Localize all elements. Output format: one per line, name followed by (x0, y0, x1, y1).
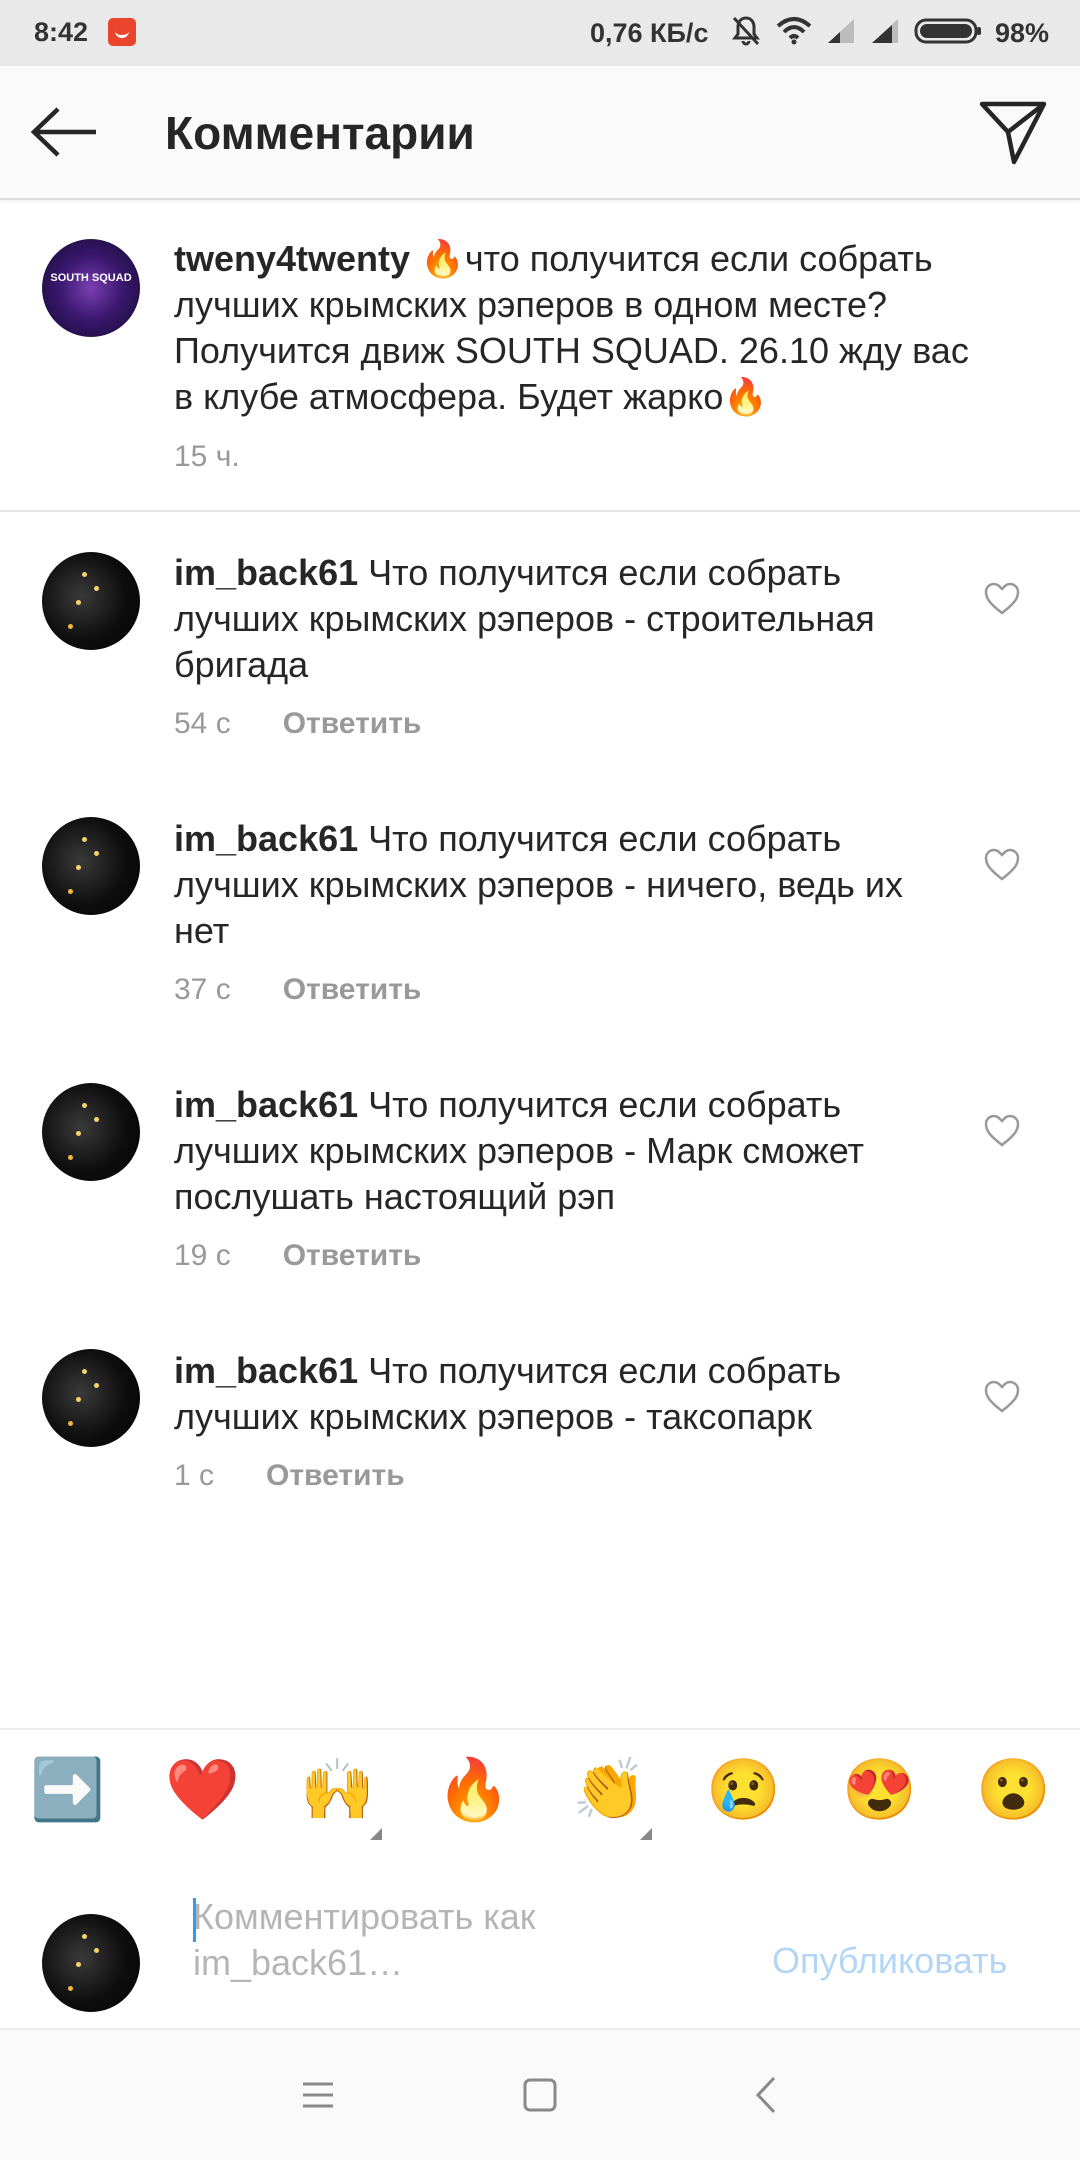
status-icons (730, 14, 984, 48)
caption-username[interactable]: tweny4twenty (174, 238, 410, 279)
comment-time: 1 с (174, 1459, 215, 1492)
menu-icon[interactable] (293, 2070, 343, 2120)
comment-time: 19 с (174, 1239, 231, 1272)
network-speed: 0,76 КБ/с (590, 18, 709, 48)
emoji-clapping-button[interactable]: 👏 (572, 1754, 647, 1826)
emoji-crying-button[interactable]: 😢 (706, 1754, 781, 1826)
reply-button[interactable]: Ответить (283, 1239, 422, 1272)
reply-button[interactable]: Ответить (283, 707, 422, 740)
comment-input-placeholder-line1: Комментировать как (193, 1896, 536, 1937)
comment-input[interactable]: Комментировать как im_back61… (193, 1894, 753, 1986)
caption-author-avatar[interactable]: SOUTH SQUAD (42, 239, 140, 337)
battery-icon (914, 18, 981, 44)
header: Комментарии (0, 66, 1080, 200)
emoji-raised-hands-button[interactable]: 🙌 (300, 1754, 375, 1826)
emoji-heart-eyes-button[interactable]: 😍 (842, 1754, 917, 1826)
comment-meta: 19 с Ответить (174, 1239, 421, 1273)
mute-bell-icon (732, 16, 760, 46)
comment-composer: Комментировать как im_back61… Опубликова… (0, 1852, 1080, 2030)
signal-icon-2 (872, 19, 898, 43)
reply-button[interactable]: Ответить (266, 1459, 405, 1492)
comment-text: im_back61 Что получится если собрать луч… (174, 816, 964, 954)
caption-text: tweny4twenty 🔥что получится если собрать… (174, 236, 994, 420)
heart-icon[interactable] (984, 1380, 1020, 1414)
comment-meta: 37 с Ответить (174, 973, 421, 1007)
wifi-icon (776, 17, 812, 45)
comment-avatar[interactable] (42, 1083, 140, 1181)
emoji-arrow-button[interactable]: ➡️ (30, 1754, 105, 1826)
comment-time: 54 с (174, 707, 231, 740)
send-direct-icon[interactable] (978, 98, 1048, 166)
emoji-fire-button[interactable]: 🔥 (436, 1754, 511, 1826)
comment-username[interactable]: im_back61 (174, 1350, 358, 1391)
comment-text: im_back61 Что получится если собрать луч… (174, 1348, 964, 1440)
fire-emoji: 🔥 (420, 238, 465, 279)
caption-time: 15 ч. (174, 440, 240, 473)
comment-avatar[interactable] (42, 817, 140, 915)
status-time: 8:42 (34, 17, 89, 47)
emoji-heart-button[interactable]: ❤️ (165, 1754, 240, 1826)
comment-username[interactable]: im_back61 (174, 1084, 358, 1125)
emoji-surprised-button[interactable]: 😮 (976, 1754, 1051, 1826)
status-bar: 8:42 0,76 КБ/с 98% (0, 0, 1080, 66)
avatar-logo-text: SOUTH SQUAD (50, 272, 132, 284)
page-title: Комментарии (165, 107, 475, 159)
comment-text: im_back61 Что получится если собрать луч… (174, 1082, 964, 1220)
post-caption: SOUTH SQUAD tweny4twenty 🔥что получится … (0, 200, 1080, 512)
aliexpress-notification-icon (108, 18, 136, 46)
comment-meta: 54 с Ответить (174, 707, 421, 741)
battery-percent: 98% (995, 18, 1050, 48)
signal-icon-1 (828, 19, 854, 43)
heart-icon[interactable] (984, 1114, 1020, 1148)
fire-emoji: 🔥 (723, 376, 769, 417)
comment-meta: 1 с Ответить (174, 1459, 405, 1493)
comment-username[interactable]: im_back61 (174, 818, 358, 859)
reply-button[interactable]: Ответить (283, 973, 422, 1006)
system-navigation-bar (0, 2030, 1080, 2160)
home-icon[interactable] (515, 2070, 565, 2120)
heart-icon[interactable] (984, 582, 1020, 616)
comment-avatar[interactable] (42, 1349, 140, 1447)
current-user-avatar (42, 1914, 140, 2012)
comment-time: 37 с (174, 973, 231, 1006)
heart-icon[interactable] (984, 848, 1020, 882)
emoji-quick-bar: ➡️ ❤️ 🙌 🔥 👏 😢 😍 😮 (0, 1728, 1080, 1854)
back-nav-icon[interactable] (742, 2070, 792, 2120)
publish-button[interactable]: Опубликовать (772, 1940, 1007, 1982)
comment-avatar[interactable] (42, 552, 140, 650)
skin-tone-indicator (640, 1828, 652, 1840)
back-arrow-icon[interactable] (30, 106, 100, 158)
skin-tone-indicator (370, 1828, 382, 1840)
comment-text: im_back61 Что получится если собрать луч… (174, 550, 964, 688)
comment-input-placeholder-line2: im_back61… (193, 1942, 404, 1983)
comment-username[interactable]: im_back61 (174, 552, 358, 593)
